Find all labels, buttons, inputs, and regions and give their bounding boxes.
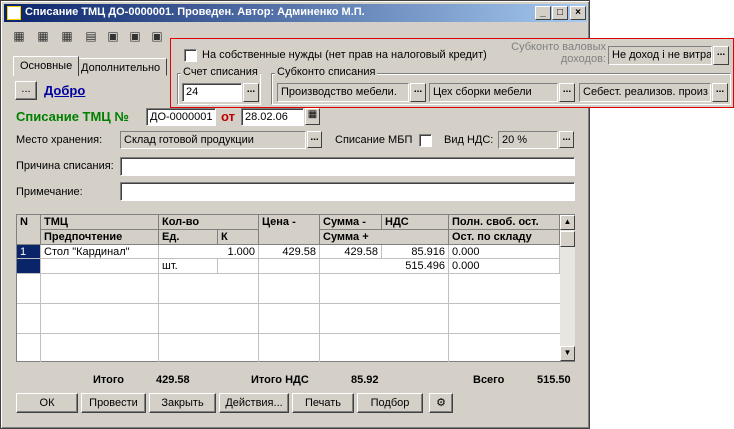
cell-n-cont bbox=[17, 259, 41, 274]
subconto-vat-field[interactable]: Не доход і не витра bbox=[608, 46, 712, 65]
items-table[interactable]: N ТМЦ Кол-во Цена - Сумма - НДС Полн. св… bbox=[16, 214, 575, 362]
reason-input[interactable] bbox=[120, 157, 575, 176]
total-label: Итого bbox=[93, 374, 125, 386]
own-needs-label: На собственные нужды (нет прав на налого… bbox=[202, 49, 487, 61]
col-header-k: К bbox=[218, 230, 259, 245]
col-header-qty: Кол-во bbox=[159, 215, 259, 230]
scroll-thumb[interactable] bbox=[560, 231, 575, 247]
print-button[interactable]: Печать bbox=[292, 393, 354, 413]
callout-panel: На собственные нужды (нет прав на налого… bbox=[170, 38, 734, 108]
subconto-group-label: Субконто списания bbox=[275, 66, 378, 78]
account-field[interactable]: 24 bbox=[182, 83, 242, 102]
mbp-label: Списание МБП bbox=[335, 134, 413, 146]
subconto1-select-button[interactable]: ... bbox=[410, 83, 426, 102]
doc-number-field[interactable]: ДО-0000001 bbox=[146, 108, 216, 126]
col-header-price: Цена - bbox=[259, 215, 320, 245]
title-bar[interactable]: Списание ТМЦ ДО-0000001. Проведен. Автор… bbox=[4, 4, 587, 22]
link-label[interactable]: Добро bbox=[44, 83, 85, 98]
cell-price[interactable]: 429.58 bbox=[259, 245, 320, 259]
reason-label: Причина списания: bbox=[16, 160, 114, 172]
grid-col-line bbox=[259, 274, 320, 362]
col-header-unit: Ед. bbox=[159, 230, 218, 245]
cell-stock-rest[interactable]: 0.000 bbox=[449, 259, 560, 274]
minimize-icon[interactable]: _ bbox=[535, 6, 551, 20]
col-header-tmc: ТМЦ bbox=[41, 215, 159, 230]
cell-sum-plus[interactable]: 515.496 bbox=[320, 259, 449, 274]
close-button[interactable]: Закрыть bbox=[149, 393, 216, 413]
doc-date-field[interactable]: 28.02.06 bbox=[241, 108, 304, 126]
cell-pref[interactable] bbox=[41, 259, 159, 274]
document-icon bbox=[7, 6, 21, 20]
subconto3-select-button[interactable]: ... bbox=[712, 83, 728, 102]
cell-qty[interactable]: 1.000 bbox=[159, 245, 259, 259]
account-select-button[interactable]: ... bbox=[243, 83, 259, 102]
tab-additional[interactable]: Дополнительно bbox=[74, 58, 168, 76]
total-vat-value: 85.92 bbox=[351, 374, 379, 386]
select-link-button[interactable]: ... bbox=[15, 81, 37, 100]
account-group-label: Счет списания bbox=[181, 66, 260, 78]
maximize-icon[interactable]: □ bbox=[552, 6, 568, 20]
col-header-n: N bbox=[17, 215, 41, 245]
grid-col-line bbox=[17, 274, 41, 362]
subconto2-field[interactable]: Цех сборки мебели bbox=[429, 83, 558, 102]
cell-tmc[interactable]: Стол "Кардинал" bbox=[41, 245, 159, 259]
total-value: 429.58 bbox=[156, 374, 190, 386]
close-icon[interactable]: × bbox=[570, 6, 586, 20]
vat-type-label: Вид НДС: bbox=[444, 134, 494, 146]
grand-total-value: 515.50 bbox=[537, 374, 571, 386]
cell-empty bbox=[259, 259, 320, 274]
col-header-sum-minus: Сумма - bbox=[320, 215, 382, 230]
cell-sum-minus[interactable]: 429.58 bbox=[320, 245, 382, 259]
settings-icon[interactable]: ⚙ bbox=[429, 393, 453, 413]
grid-col-line bbox=[159, 274, 259, 362]
col-header-sum-plus: Сумма + bbox=[320, 230, 449, 245]
subconto-vat-label: Субконто валовых доходов: bbox=[511, 41, 606, 65]
cell-k[interactable] bbox=[218, 259, 259, 274]
col-header-free-rest: Полн. своб. ост. bbox=[449, 215, 560, 230]
toolbar-icon[interactable]: ▦ bbox=[11, 28, 27, 44]
toolbar-icon[interactable]: ▣ bbox=[127, 28, 143, 44]
subconto-vat-select-button[interactable]: ... bbox=[713, 46, 729, 65]
post-button[interactable]: Провести bbox=[81, 393, 146, 413]
total-vat-label: Итого НДС bbox=[251, 374, 309, 386]
cell-free-rest[interactable]: 0.000 bbox=[449, 245, 560, 259]
date-prefix: от bbox=[221, 109, 235, 124]
grid-col-line bbox=[320, 274, 449, 362]
col-header-vat: НДС bbox=[382, 215, 449, 230]
cell-unit[interactable]: шт. bbox=[159, 259, 218, 274]
window-title: Списание ТМЦ ДО-0000001. Проведен. Автор… bbox=[25, 6, 365, 18]
select-button[interactable]: Подбор bbox=[357, 393, 423, 413]
vat-type-field[interactable]: 20 % bbox=[498, 131, 558, 149]
toolbar-icon[interactable]: ▤ bbox=[83, 28, 99, 44]
scroll-up-icon[interactable]: ▲ bbox=[560, 215, 575, 230]
grand-total-label: Всего bbox=[473, 374, 505, 386]
storage-field[interactable]: Склад готовой продукции bbox=[120, 131, 306, 149]
toolbar-icon[interactable]: ▣ bbox=[105, 28, 121, 44]
toolbar-icon[interactable]: ▣ bbox=[149, 28, 165, 44]
scroll-down-icon[interactable]: ▼ bbox=[560, 346, 575, 361]
cell-vat[interactable]: 85.916 bbox=[382, 245, 449, 259]
toolbar-icon[interactable]: ▦ bbox=[59, 28, 75, 44]
note-input[interactable] bbox=[120, 182, 575, 201]
tab-main[interactable]: Основные bbox=[13, 56, 80, 76]
own-needs-checkbox[interactable] bbox=[184, 49, 197, 62]
mbp-checkbox[interactable] bbox=[419, 134, 432, 147]
calendar-icon[interactable]: ▦ bbox=[305, 108, 320, 125]
storage-select-button[interactable]: ... bbox=[307, 131, 322, 148]
actions-button[interactable]: Действия... bbox=[219, 393, 289, 413]
toolbar-icon[interactable]: ▦ bbox=[35, 28, 51, 44]
cell-n[interactable]: 1 bbox=[17, 245, 41, 259]
vat-type-select-button[interactable]: ... bbox=[559, 131, 574, 148]
subconto2-select-button[interactable]: ... bbox=[559, 83, 575, 102]
doc-title: Списание ТМЦ № bbox=[16, 109, 129, 124]
subconto3-field[interactable]: Себест. реализов. произ bbox=[579, 83, 711, 102]
ok-button[interactable]: ОК bbox=[16, 393, 78, 413]
table-scrollbar[interactable]: ▲ ▼ bbox=[560, 215, 575, 361]
note-label: Примечание: bbox=[16, 186, 83, 198]
grid-col-line bbox=[41, 274, 159, 362]
subconto1-field[interactable]: Производство мебели. bbox=[277, 83, 409, 102]
col-header-pref: Предпочтение bbox=[41, 230, 159, 245]
storage-label: Место хранения: bbox=[16, 134, 103, 146]
col-header-stock-rest: Ост. по складу bbox=[449, 230, 560, 245]
